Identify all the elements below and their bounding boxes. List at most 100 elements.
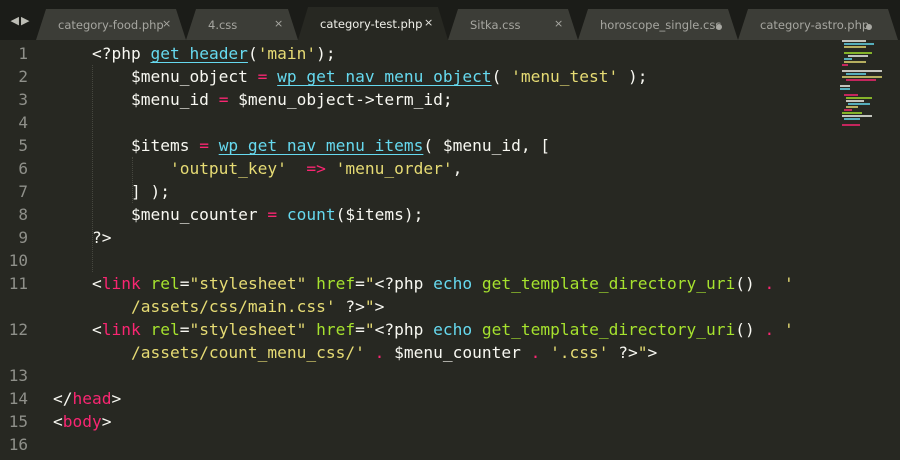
line-number: 1	[18, 44, 28, 63]
tab-horoscope-single[interactable]: horoscope_single.css	[578, 9, 738, 40]
code-token: "stylesheet"	[189, 320, 307, 339]
code-line[interactable]: $menu_counter = count($items);	[53, 203, 423, 226]
code-token: "	[364, 274, 375, 293]
code-token: get_template_directory_uri	[481, 320, 736, 339]
tab-navigation: ◀ ▶	[0, 0, 40, 40]
code-token: $menu_id	[53, 90, 219, 109]
code-token: $menu_counter	[53, 205, 268, 224]
code-token: );	[618, 67, 648, 86]
code-token: $items	[53, 136, 200, 155]
line-number: 11	[8, 274, 28, 293]
code-token: "	[364, 320, 375, 339]
line-number: 3	[18, 90, 28, 109]
code-token: ?>	[608, 343, 638, 362]
code-token: '	[774, 274, 794, 293]
minimap-line	[842, 70, 882, 72]
tab-label: category-astro.php	[760, 18, 870, 32]
code-line[interactable]: ?>	[53, 226, 112, 249]
tab-label: category-test.php	[320, 17, 423, 31]
code-token: (	[491, 67, 512, 86]
minimap-line	[844, 109, 852, 111]
code-token: '.css'	[550, 343, 609, 362]
line-number: 12	[8, 320, 28, 339]
line-number: 6	[18, 159, 28, 178]
code-token: ,	[452, 159, 463, 178]
code-token: '	[774, 320, 794, 339]
code-line[interactable]: <?php get_header('main');	[53, 42, 336, 65]
code-token: =	[179, 274, 190, 293]
code-token: ()	[735, 274, 765, 293]
close-icon[interactable]: ×	[554, 17, 563, 30]
code-token: ()	[735, 320, 765, 339]
code-line[interactable]: </head>	[53, 387, 121, 410]
code-token: /assets/css/main.css'	[53, 297, 336, 316]
tab-category-test[interactable]: category-test.php ×	[298, 7, 448, 40]
scroll-tabs-left-icon[interactable]: ◀	[11, 14, 19, 27]
minimap-line	[848, 103, 870, 105]
code-token: <	[53, 320, 102, 339]
scroll-tabs-right-icon[interactable]: ▶	[21, 14, 29, 27]
code-token: echo	[433, 274, 473, 293]
code-token: >	[111, 389, 122, 408]
line-number: 8	[18, 205, 28, 224]
minimap-line	[840, 88, 850, 90]
minimap-line	[846, 79, 876, 81]
code-line[interactable]: <body>	[53, 410, 111, 433]
code-line[interactable]: 'output_key' => 'menu_order',	[53, 157, 462, 180]
minimap[interactable]	[840, 40, 900, 130]
code-token: 'main'	[257, 44, 317, 63]
code-token: <?php	[374, 320, 434, 339]
code-line[interactable]: $items = wp_get_nav_menu_items( $menu_id…	[53, 134, 550, 157]
unsaved-dot-icon[interactable]	[716, 24, 722, 30]
code-line[interactable]: /assets/css/main.css' ?>">	[53, 295, 384, 318]
code-line[interactable]: $menu_object = wp_get_nav_menu_object( '…	[53, 65, 648, 88]
code-line[interactable]: $menu_id = $menu_object->term_id;	[53, 88, 453, 111]
tab-category-food[interactable]: category-food.php ×	[36, 9, 186, 40]
code-line[interactable]: /assets/count_menu_css/' . $menu_counter…	[53, 341, 657, 364]
minimap-line	[844, 118, 860, 120]
code-token: "stylesheet"	[189, 274, 307, 293]
code-token: $menu_object	[53, 67, 258, 86]
line-number: 7	[18, 182, 28, 201]
code-token: href	[316, 320, 356, 339]
code-token: "	[364, 297, 375, 316]
close-icon[interactable]: ×	[162, 17, 171, 30]
code-token: .	[530, 343, 541, 362]
code-token: .	[374, 343, 385, 362]
code-token: <?php	[374, 274, 434, 293]
minimap-line	[842, 40, 866, 42]
tab-4-css[interactable]: 4.css ×	[186, 9, 298, 40]
code-token: .	[764, 274, 775, 293]
line-number: 4	[18, 113, 28, 132]
code-token: =	[179, 320, 190, 339]
code-token: <?php	[53, 44, 151, 63]
code-token: rel	[150, 274, 180, 293]
minimap-line	[842, 76, 882, 78]
tab-sitka-css[interactable]: Sitka.css ×	[448, 9, 578, 40]
code-token: >	[101, 412, 112, 431]
close-icon[interactable]: ×	[424, 16, 433, 29]
code-token: ?>	[335, 297, 365, 316]
code-token: =	[355, 320, 365, 339]
close-icon[interactable]: ×	[274, 17, 283, 30]
code-token: =	[199, 136, 209, 155]
code-token: =	[355, 274, 365, 293]
code-editor[interactable]: 1 2 3 4 5 6 7 8 9 10 11 12 13 14 15 16 <?php get_header…	[0, 40, 900, 460]
code-line[interactable]: <link rel="stylesheet" href="<?php echo …	[53, 318, 794, 341]
code-token: 'output_key'	[169, 159, 287, 178]
code-line[interactable]: ] );	[53, 180, 170, 203]
tab-bar: ◀ ▶ category-food.php × 4.css × category…	[0, 0, 900, 40]
code-token: <	[53, 412, 63, 431]
code-line[interactable]: <link rel="stylesheet" href="<?php echo …	[53, 272, 794, 295]
tab-category-astro[interactable]: category-astro.php	[738, 9, 898, 40]
code-token: =	[267, 205, 278, 224]
unsaved-dot-icon[interactable]	[866, 24, 872, 30]
